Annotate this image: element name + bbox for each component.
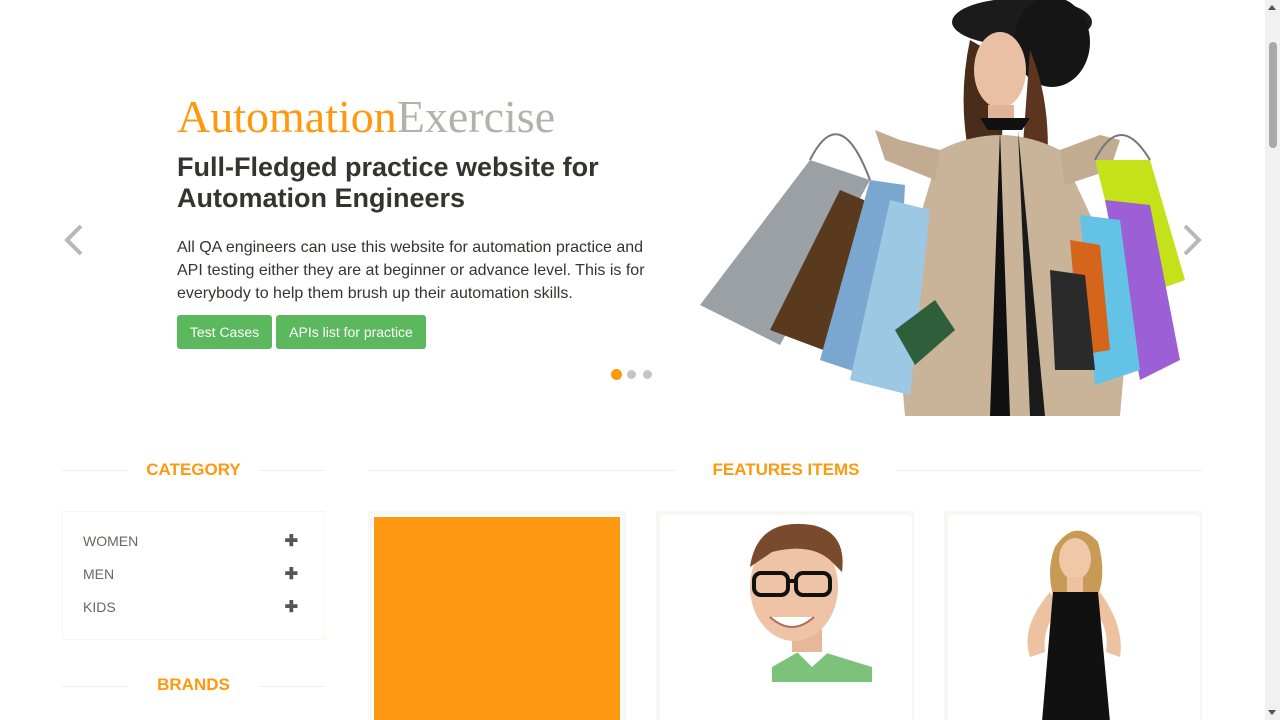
- features-title: FEATURES ITEMS: [712, 460, 860, 479]
- slider-indicator-2[interactable]: [627, 370, 636, 379]
- plus-icon[interactable]: ✚: [285, 531, 298, 551]
- brand-part-automation: Automation: [177, 91, 397, 142]
- category-title: CATEGORY: [146, 460, 241, 479]
- product-image: [662, 517, 912, 720]
- features-title-line-left: [368, 470, 676, 471]
- scroll-up-arrow-icon[interactable]: [1265, 0, 1280, 15]
- category-item-label: MEN: [83, 566, 115, 582]
- product-image: [374, 517, 620, 720]
- slider-headline: Full-Fledged practice website for Automa…: [177, 152, 599, 213]
- scroll-down-arrow-icon[interactable]: [1265, 705, 1280, 720]
- brand-part-exercise: Exercise: [396, 91, 556, 142]
- brands-title: BRANDS: [157, 675, 230, 694]
- brands-title-line-right: [259, 686, 325, 687]
- category-item-women[interactable]: WOMEN ✚: [83, 531, 305, 551]
- test-cases-button[interactable]: Test Cases: [177, 315, 272, 349]
- slider-next-button[interactable]: [1180, 222, 1204, 258]
- slider-prev-button[interactable]: [62, 222, 86, 258]
- slider-brand-title: AutomationExercise: [177, 92, 555, 142]
- chevron-right-icon: [1183, 224, 1202, 256]
- page-scrollbar[interactable]: [1265, 0, 1280, 720]
- features-title-line-right: [896, 470, 1202, 471]
- plus-icon[interactable]: ✚: [285, 597, 298, 617]
- category-panel: WOMEN ✚ MEN ✚ KIDS ✚: [62, 511, 325, 640]
- product-card: [944, 511, 1202, 720]
- category-item-label: WOMEN: [83, 533, 139, 549]
- plus-icon[interactable]: ✚: [285, 564, 298, 584]
- category-title-line-right: [259, 470, 325, 471]
- slider-description: All QA engineers can use this website fo…: [177, 239, 645, 302]
- product-card: [368, 511, 626, 720]
- category-item-men[interactable]: MEN ✚: [83, 564, 305, 584]
- hero-slider: AutomationExercise Full-Fledged practice…: [0, 0, 1265, 420]
- hero-image: [700, 0, 1185, 416]
- scrollbar-thumb[interactable]: [1269, 42, 1277, 148]
- brands-title-line-left: [62, 686, 128, 687]
- category-item-kids[interactable]: KIDS ✚: [83, 597, 305, 617]
- category-title-line-left: [62, 470, 128, 471]
- slider-indicator-1[interactable]: [611, 369, 622, 380]
- product-image: [950, 517, 1200, 720]
- product-card: [656, 511, 914, 720]
- category-item-label: KIDS: [83, 599, 116, 615]
- slider-indicator-3[interactable]: [643, 370, 652, 379]
- apis-list-button[interactable]: APIs list for practice: [276, 315, 426, 349]
- chevron-left-icon: [64, 224, 83, 256]
